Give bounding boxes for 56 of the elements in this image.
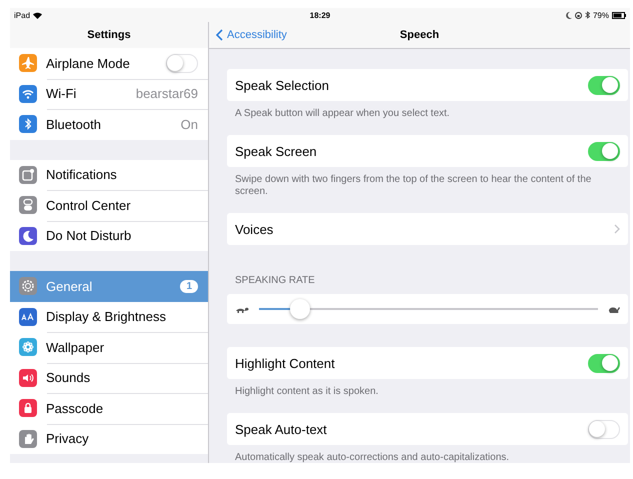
footer-note: Automatically speak auto-corrections and auto-capitalizations. xyxy=(234,451,510,464)
sidebar-title: Settings xyxy=(10,22,208,48)
moon-icon xyxy=(566,12,572,18)
row-label: Privacy xyxy=(46,431,90,446)
row-value: bearstar69 xyxy=(136,86,198,102)
chevron-icon xyxy=(216,29,223,41)
settings-row[interactable]: Display & Brightness xyxy=(10,302,208,332)
settings-row[interactable]: Airplane Mode xyxy=(10,48,208,78)
slider-thumb[interactable] xyxy=(290,299,310,319)
footer-note: Highlight content as it is spoken. xyxy=(234,385,380,398)
page-title: Speech xyxy=(400,29,440,41)
settings-row[interactable]: Privacy xyxy=(10,424,208,454)
footer-note: A Speak button will appear when you select text. xyxy=(234,107,451,120)
settings-row[interactable]: Wallpaper xyxy=(10,332,208,362)
footer-note: Swipe down with two fingers from the top of the screen to hear the content of the screen. xyxy=(234,173,592,198)
battery-icon xyxy=(612,12,626,18)
section-header: SPEAKING RATE xyxy=(234,275,316,288)
voices-row[interactable]: Voices xyxy=(227,213,628,245)
device-name: iPad xyxy=(14,10,30,20)
settings-row[interactable]: Do Not Disturb xyxy=(10,220,208,251)
toggle-switch[interactable] xyxy=(166,54,198,73)
settings-row[interactable]: Control Center xyxy=(10,190,208,220)
lock-rotation-icon xyxy=(574,12,582,18)
toggle-switch[interactable] xyxy=(588,76,620,94)
count-badge: 1 xyxy=(180,280,198,293)
row-label: General xyxy=(46,278,94,294)
row-label: Wi-Fi xyxy=(46,86,78,102)
toggle-switch[interactable] xyxy=(588,142,620,160)
back-button[interactable]: Accessibility xyxy=(209,29,287,41)
row-label: Wallpaper xyxy=(46,340,106,355)
wifi-icon xyxy=(33,12,42,18)
row-label: Passcode xyxy=(46,400,104,416)
setting-label: Speak Selection xyxy=(235,78,330,92)
setting-label: Highlight Content xyxy=(235,356,336,370)
row-label: Bluetooth xyxy=(46,116,102,132)
turtle-icon xyxy=(235,304,249,314)
settings-row[interactable]: Passcode xyxy=(10,393,208,424)
row-value: On xyxy=(180,116,198,132)
row-label: Control Center xyxy=(46,198,132,213)
settings-row[interactable]: Sounds xyxy=(10,362,208,393)
toggle-switch[interactable] xyxy=(588,354,620,372)
chevron-icon xyxy=(614,224,620,234)
row-label: Airplane Mode xyxy=(46,56,131,71)
row-label: Notifications xyxy=(46,167,118,182)
settings-row[interactable]: Notifications xyxy=(10,160,208,190)
row-label: Display & Brightness xyxy=(46,309,167,324)
setting-label: Speak Auto-text xyxy=(235,422,328,436)
row-label: Do Not Disturb xyxy=(46,228,132,244)
toggle-switch[interactable] xyxy=(588,420,620,438)
row-label: Sounds xyxy=(46,370,92,386)
settings-row[interactable]: Bluetooth On xyxy=(10,109,208,140)
bluetooth-icon xyxy=(584,11,590,19)
settings-row[interactable]: Wi-Fi bearstar69 xyxy=(10,78,208,109)
battery-percentage: 79% xyxy=(592,10,609,20)
setting-label: Speak Screen xyxy=(235,144,318,158)
clock: 18:29 xyxy=(310,10,330,20)
